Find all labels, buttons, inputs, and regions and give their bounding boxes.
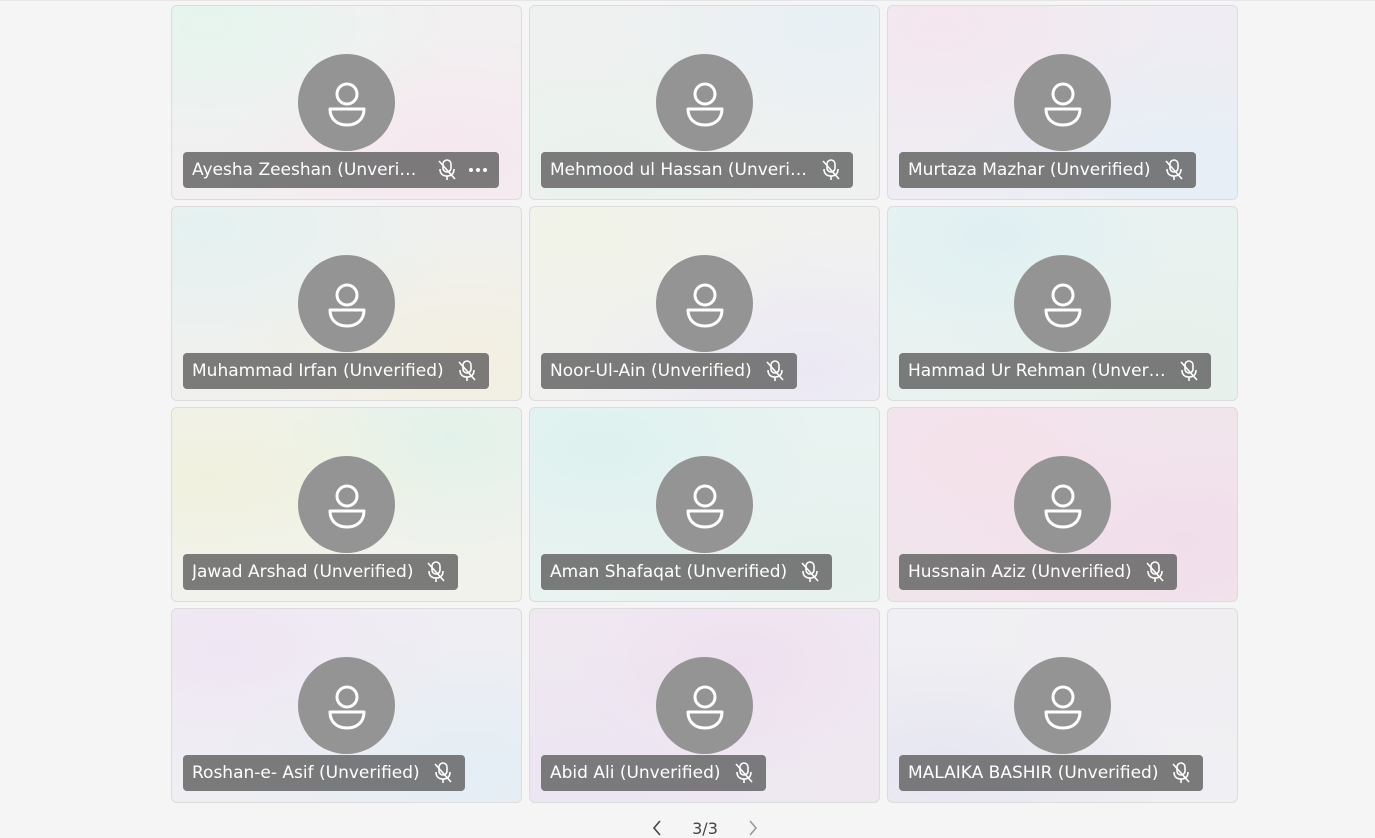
mic-off-icon — [821, 159, 841, 181]
participant-name: Hammad Ur Rehman (Unverified) — [908, 361, 1166, 381]
avatar — [298, 657, 395, 754]
participant-tile[interactable]: Aman Shafaqat (Unverified) — [529, 407, 880, 602]
name-label: Abid Ali (Unverified) — [541, 755, 766, 791]
person-icon — [686, 685, 723, 729]
mic-off-icon — [734, 762, 754, 784]
name-label: Aman Shafaqat (Unverified) — [541, 554, 833, 590]
avatar — [298, 456, 395, 553]
person-icon — [1044, 283, 1081, 327]
top-border — [0, 0, 1375, 1]
name-label: Roshan-e- Asif (Unverified) — [183, 755, 465, 791]
avatar — [1014, 456, 1111, 553]
mic-off-icon — [426, 561, 446, 583]
person-icon — [686, 283, 723, 327]
participant-name: Noor-Ul-Ain (Unverified) — [550, 361, 752, 381]
name-label: Hammad Ur Rehman (Unverified) — [899, 353, 1211, 389]
avatar — [1014, 255, 1111, 352]
person-icon — [328, 283, 365, 327]
name-label: Jawad Arshad (Unverified) — [183, 554, 459, 590]
participant-name: MALAIKA BASHIR (Unverified) — [908, 763, 1159, 783]
participant-name: Roshan-e- Asif (Unverified) — [192, 763, 420, 783]
person-icon — [1044, 484, 1081, 528]
avatar — [656, 456, 753, 553]
participant-grid: Ayesha Zeeshan (Unverified) Mehmood ul H… — [171, 5, 1238, 803]
name-label: Murtaza Mazhar (Unverified) — [899, 152, 1196, 188]
name-label: Noor-Ul-Ain (Unverified) — [541, 353, 797, 389]
name-label: Mehmood ul Hassan (Unverified) — [541, 152, 853, 188]
avatar — [1014, 54, 1111, 151]
participant-name: Murtaza Mazhar (Unverified) — [908, 160, 1151, 180]
mic-off-icon — [1179, 360, 1199, 382]
chevron-right-icon[interactable] — [746, 819, 760, 837]
participant-tile[interactable]: Hussnain Aziz (Unverified) — [887, 407, 1238, 602]
mic-off-icon — [765, 360, 785, 382]
avatar — [298, 54, 395, 151]
name-label: Ayesha Zeeshan (Unverified) — [183, 152, 499, 188]
participant-name: Mehmood ul Hassan (Unverified) — [550, 160, 808, 180]
person-icon — [686, 82, 723, 126]
name-label: Muhammad Irfan (Unverified) — [183, 353, 489, 389]
mic-off-icon — [1171, 762, 1191, 784]
participant-tile[interactable]: Ayesha Zeeshan (Unverified) — [171, 5, 522, 200]
person-icon — [328, 484, 365, 528]
avatar — [656, 54, 753, 151]
participant-tile[interactable]: Noor-Ul-Ain (Unverified) — [529, 206, 880, 401]
mic-off-icon — [437, 159, 457, 181]
participant-name: Jawad Arshad (Unverified) — [192, 562, 414, 582]
person-icon — [686, 484, 723, 528]
participant-name: Aman Shafaqat (Unverified) — [550, 562, 788, 582]
mic-off-icon — [1145, 561, 1165, 583]
avatar — [1014, 657, 1111, 754]
avatar — [656, 657, 753, 754]
participant-tile[interactable]: Hammad Ur Rehman (Unverified) — [887, 206, 1238, 401]
mic-off-icon — [1164, 159, 1184, 181]
participant-tile[interactable]: Muhammad Irfan (Unverified) — [171, 206, 522, 401]
mic-off-icon — [457, 360, 477, 382]
name-label: MALAIKA BASHIR (Unverified) — [899, 755, 1204, 791]
participant-tile[interactable]: MALAIKA BASHIR (Unverified) — [887, 608, 1238, 803]
participant-tile[interactable]: Jawad Arshad (Unverified) — [171, 407, 522, 602]
participant-tile[interactable]: Mehmood ul Hassan (Unverified) — [529, 5, 880, 200]
avatar — [298, 255, 395, 352]
person-icon — [1044, 82, 1081, 126]
mic-off-icon — [433, 762, 453, 784]
chevron-left-icon[interactable] — [650, 819, 664, 837]
participant-tile[interactable]: Roshan-e- Asif (Unverified) — [171, 608, 522, 803]
participant-tile[interactable]: Murtaza Mazhar (Unverified) — [887, 5, 1238, 200]
pagination: 3/3 — [650, 818, 760, 838]
avatar — [656, 255, 753, 352]
person-icon — [328, 82, 365, 126]
participant-tile[interactable]: Abid Ali (Unverified) — [529, 608, 880, 803]
participant-name: Abid Ali (Unverified) — [550, 763, 721, 783]
participant-name: Hussnain Aziz (Unverified) — [908, 562, 1132, 582]
name-label: Hussnain Aziz (Unverified) — [899, 554, 1177, 590]
mic-off-icon — [800, 561, 820, 583]
more-options-icon[interactable] — [469, 168, 487, 172]
person-icon — [1044, 685, 1081, 729]
participant-name: Muhammad Irfan (Unverified) — [192, 361, 444, 381]
person-icon — [328, 685, 365, 729]
participant-name: Ayesha Zeeshan (Unverified) — [192, 160, 424, 180]
